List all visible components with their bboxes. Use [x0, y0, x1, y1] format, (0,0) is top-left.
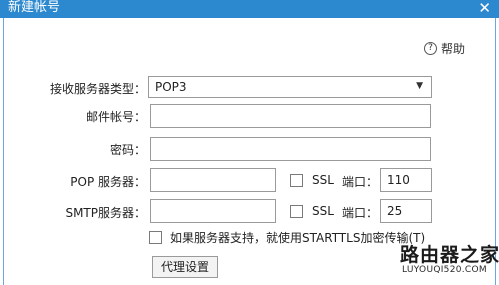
pop-server-field[interactable] [150, 168, 276, 192]
watermark-url: LUYOUQI520.COM [402, 265, 487, 275]
chevron-down-icon: ▼ [416, 81, 423, 91]
close-icon[interactable]: ✕ [478, 0, 491, 17]
pop-ssl-label: SSL [312, 173, 334, 187]
watermark-logo: 路由器之家 LUYOUQI520.COM [398, 240, 499, 284]
starttls-checkbox[interactable] [149, 231, 162, 244]
password-label: 密码： [109, 143, 146, 157]
watermark-title: 路由器之家 [400, 244, 499, 266]
pop-ssl-checkbox[interactable] [290, 174, 303, 187]
email-label: 邮件帐号： [85, 110, 146, 124]
smtp-port-label: 端口： [342, 206, 379, 220]
proxy-settings-button[interactable]: 代理设置 [152, 256, 218, 278]
starttls-label: 如果服务器支持，就使用STARTTLS加密传输(T) [170, 231, 426, 245]
server-type-label: 接收服务器类型： [49, 82, 146, 96]
help-label: 帮助 [441, 41, 466, 56]
help-link[interactable]: ? 帮助 [424, 40, 465, 56]
question-circle-icon: ? [424, 41, 437, 55]
window-title: 新建帐号 [8, 0, 61, 15]
smtp-server-label: SMTP服务器： [65, 206, 146, 220]
password-field[interactable] [150, 137, 431, 161]
server-type-select[interactable]: POP3 ▼ [148, 76, 432, 98]
email-field[interactable] [150, 104, 431, 128]
smtp-server-field[interactable] [150, 199, 276, 223]
smtp-ssl-checkbox[interactable] [290, 205, 303, 218]
pop-port-label: 端口： [342, 175, 379, 189]
smtp-port-field[interactable] [380, 199, 432, 223]
pop-port-field[interactable] [380, 168, 432, 192]
smtp-ssl-label: SSL [312, 204, 334, 218]
server-type-value: POP3 [155, 80, 187, 94]
pop-server-label: POP 服务器： [70, 175, 146, 189]
title-bar: 新建帐号 ✕ [0, 0, 499, 18]
